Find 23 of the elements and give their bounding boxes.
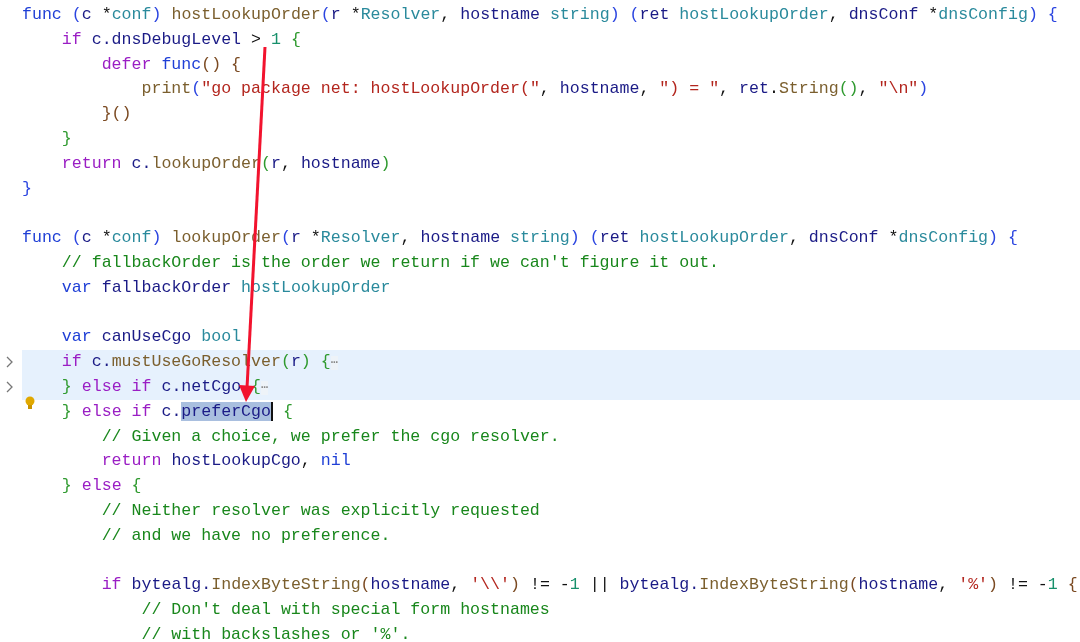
code-line: // Given a choice, we prefer the cgo resolver. xyxy=(100,426,560,446)
lightbulb-icon[interactable] xyxy=(25,395,35,410)
code-line: } xyxy=(60,129,72,148)
code-line: }() xyxy=(100,104,132,124)
code-line: } else if c.netCgo {⋯ xyxy=(60,376,269,396)
code-line: // fallbackOrder is the order we return if we can't figure it out. xyxy=(60,252,720,272)
expand-chevron-icon[interactable] xyxy=(6,380,14,393)
code-line: // with backslashes or '%'. xyxy=(140,624,411,642)
code-line: func (c *conf) hostLookupOrder(r *Resolver, hostname string) (ret hostLookupOrder, dnsConf *dnsConfig) { xyxy=(22,5,1058,24)
code-line: var canUseCgo bool xyxy=(60,327,242,347)
code-line: // Neither resolver was explicitly requested xyxy=(100,500,540,520)
code-line: return c.lookupOrder(r, hostname) xyxy=(60,153,391,173)
code-line: return hostLookupCgo, nil xyxy=(100,451,351,471)
text-cursor xyxy=(270,401,273,421)
code-line: defer func() { xyxy=(100,54,242,74)
code-line: // and we have no preference. xyxy=(100,525,391,545)
code-line: } else if c.preferCgo { xyxy=(60,401,293,421)
code-line: if bytealg.IndexByteString(hostname, '\\') != -1 || bytealg.IndexByteString(hostname, '%') != -1 { xyxy=(100,575,1078,595)
code-line: if c.dnsDebugLevel > 1 { xyxy=(60,29,301,49)
code-line: } else { xyxy=(60,476,142,496)
code-line: } xyxy=(22,178,32,198)
expand-chevron-icon[interactable] xyxy=(6,356,14,369)
code-line: // Don't deal with special form hostnames xyxy=(140,600,550,620)
